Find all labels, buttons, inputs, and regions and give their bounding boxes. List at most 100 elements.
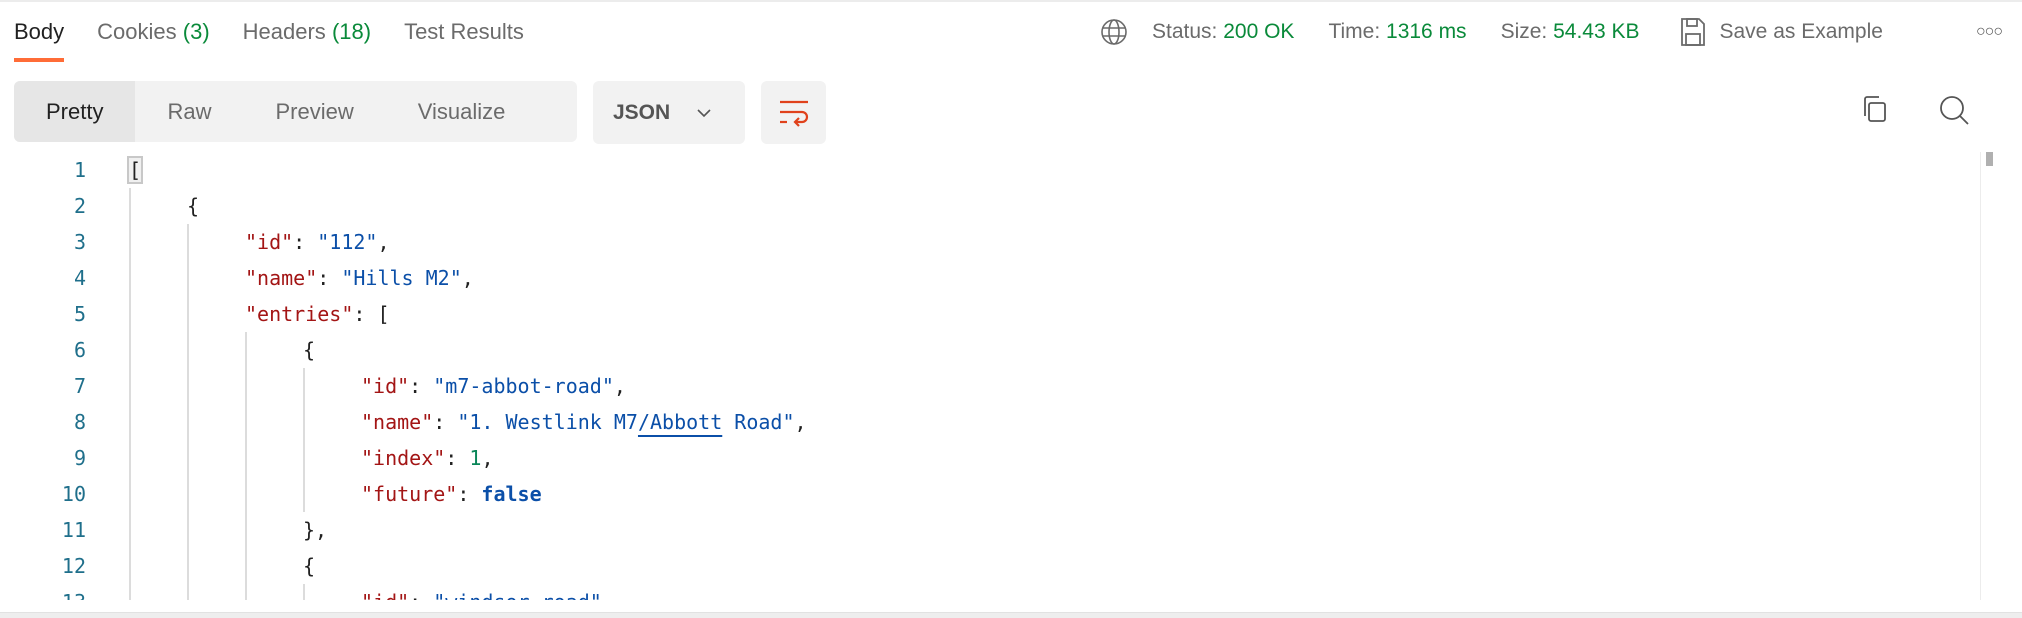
indent-guide <box>129 224 131 260</box>
line-number: 6 <box>73 338 86 362</box>
json-key: "entries" <box>245 302 354 326</box>
line-number: 3 <box>73 230 86 254</box>
view-raw[interactable]: Raw <box>135 81 243 142</box>
tab-label: Test Results <box>404 19 524 44</box>
status-label: Status: <box>1152 20 1218 43</box>
indent-guide <box>129 296 131 332</box>
code-line: 6{ <box>0 332 1975 368</box>
response-tabs: Body Cookies (3) Headers (18) Test Resul… <box>14 16 524 62</box>
globe-icon[interactable] <box>1100 18 1128 46</box>
code-text: "entries": [ <box>245 296 390 332</box>
code-line: 13 "id": "windsor-road", <box>0 584 1975 600</box>
indent-guide <box>245 332 247 368</box>
view-pretty[interactable]: Pretty <box>14 81 136 142</box>
indent-guide <box>187 512 189 548</box>
indent-guide <box>187 548 189 584</box>
format-value: JSON <box>613 100 671 124</box>
json-key: "name" <box>245 266 318 290</box>
time-value: 1316 ms <box>1386 20 1467 43</box>
status-info[interactable]: Status: 200 OK <box>1152 20 1294 44</box>
tab-body[interactable]: Body <box>14 16 65 62</box>
tab-headers[interactable]: Headers (18) <box>243 16 371 62</box>
wrap-lines-button[interactable] <box>761 81 826 144</box>
line-number: 1 <box>73 158 86 182</box>
code-text: "id": "windsor-road", <box>361 584 614 600</box>
chevron-down-icon <box>697 108 711 117</box>
view-preview[interactable]: Preview <box>243 81 385 142</box>
code-line: 5 "entries": [ <box>0 296 1975 332</box>
code-viewer[interactable]: 1[2{3 "id": "112", 4 "name": "Hills M2", 5 "e… <box>0 152 1975 600</box>
json-punct: { <box>303 338 316 362</box>
tab-test-results[interactable]: Test Results <box>404 16 524 62</box>
scrollbar[interactable] <box>1980 152 1996 600</box>
json-punct: , <box>461 266 474 290</box>
line-number: 5 <box>73 302 86 326</box>
line-number: 9 <box>73 446 86 470</box>
indent-guide <box>187 224 189 260</box>
line-number: 13 <box>0 584 86 600</box>
json-punct: , <box>613 374 626 398</box>
json-punct: : <box>317 266 342 290</box>
format-select[interactable]: JSON <box>593 81 745 144</box>
json-value: Road" <box>722 410 795 434</box>
indent-guide <box>187 440 189 476</box>
time-info[interactable]: Time: 1316 ms <box>1328 20 1466 44</box>
code-line: 11}, <box>0 512 1975 548</box>
indent-guide <box>129 404 131 440</box>
copy-icon[interactable] <box>1860 94 1890 124</box>
json-punct: { <box>187 194 200 218</box>
size-label: Size: <box>1500 20 1548 43</box>
indent-guide <box>245 404 247 440</box>
tab-count: (3) <box>182 19 210 44</box>
json-punct: : <box>409 590 433 600</box>
indent-guide <box>303 584 305 600</box>
json-punct: : <box>445 446 470 470</box>
json-value: "112" <box>317 230 378 254</box>
line-number: 8 <box>73 410 86 434</box>
json-value: "windsor-road" <box>433 590 602 600</box>
indent-guide <box>187 332 189 368</box>
json-value: /Abbott <box>637 410 723 434</box>
indent-guide <box>303 368 305 404</box>
indent-guide <box>187 584 189 600</box>
code-text: }, <box>303 512 327 548</box>
indent-guide <box>245 584 247 600</box>
search-icon[interactable] <box>1938 94 1970 126</box>
code-line: 4 "name": "Hills M2", <box>0 260 1975 296</box>
json-value: 1 <box>469 446 482 470</box>
json-punct: : <box>433 410 458 434</box>
indent-guide <box>129 188 131 224</box>
json-key: "id" <box>245 230 294 254</box>
scrollbar-thumb[interactable] <box>1986 152 1993 166</box>
code-line: 3 "id": "112", <box>0 224 1975 260</box>
json-punct: , <box>602 590 614 600</box>
tab-label: Body <box>14 19 65 44</box>
more-options-icon[interactable]: ○○○ <box>1976 23 2003 41</box>
json-punct: : <box>409 374 434 398</box>
save-label: Save as Example <box>1719 20 1883 43</box>
indent-guide <box>303 476 305 512</box>
view-visualize[interactable]: Visualize <box>386 81 538 142</box>
indent-guide <box>187 368 189 404</box>
code-text: "name": "1. Westlink M7/Abbott Road", <box>361 404 807 440</box>
indent-guide <box>129 584 131 600</box>
tab-cookies[interactable]: Cookies (3) <box>97 16 210 62</box>
json-value: "m7-abbot-road" <box>433 374 614 398</box>
line-number: 12 <box>61 554 86 578</box>
code-line: 10 "future": false <box>0 476 1975 512</box>
indent-guide <box>129 440 131 476</box>
code-line: 7 "id": "m7-abbot-road", <box>0 368 1975 404</box>
save-as-example-button[interactable]: Save as Example <box>1680 17 1883 47</box>
indent-guide <box>245 476 247 512</box>
line-number: 2 <box>73 194 86 218</box>
code-text: "id": "m7-abbot-road", <box>361 368 626 404</box>
code-text: { <box>303 332 315 368</box>
top-divider <box>0 0 2022 2</box>
json-key: "name" <box>361 410 434 434</box>
size-info[interactable]: Size: 54.43 KB <box>1501 20 1640 44</box>
indent-guide <box>245 440 247 476</box>
code-line: 9 "index": 1, <box>0 440 1975 476</box>
code-text: "index": 1, <box>361 440 493 476</box>
json-key: "future" <box>361 482 458 506</box>
indent-guide <box>129 512 131 548</box>
